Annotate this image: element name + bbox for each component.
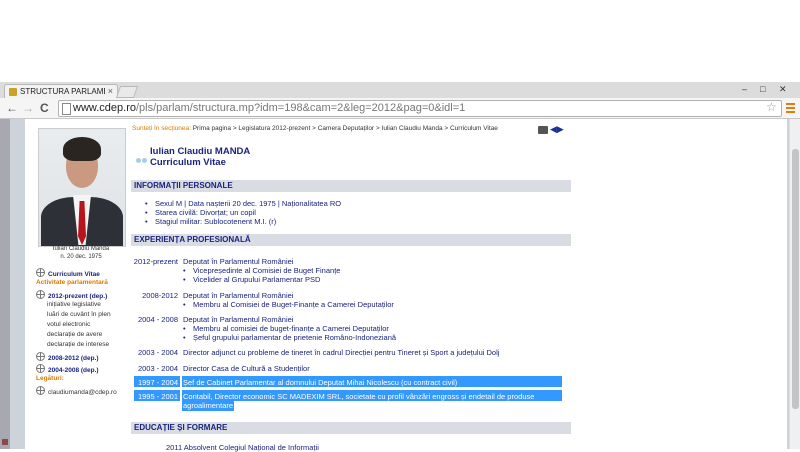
browser-tab[interactable]: STRUCTURA PARLAMENTU × [4,84,118,99]
decor-dots-icon [136,150,148,168]
scrollbar-thumb[interactable] [792,149,799,409]
exp-title: Șef de Cabinet Parlamentar al domnului D… [183,378,458,387]
exp-title-continued: agroalimentare [183,401,234,410]
expand-icon [36,290,45,299]
profile-photo [38,128,126,247]
exp-title: Contabil, Director economic SC MADEXIM S… [183,392,535,401]
exp-year: 2004 - 2008 [137,315,178,324]
left-edge-bar [0,119,10,449]
minimize-button[interactable]: – [742,84,747,94]
prev-arrow-icon[interactable]: ◀ [550,124,557,134]
section-personal-info: INFORMAȚII PERSONALE [131,180,571,192]
url-text: www.cdep.ro/pls/parlam/structura.mp?idm=… [73,102,466,114]
maximize-button[interactable]: □ [760,84,765,94]
sidebar-subitem[interactable]: inițiative legislative [47,301,147,308]
print-icon[interactable] [538,125,548,134]
personal-line: Starea civilă: Divorțat; un copil [145,208,256,217]
page-subtitle: Curriculum Vitae [150,157,226,168]
section-education: EDUCAȚIE ȘI FORMARE [131,422,571,434]
exp-title: Deputat în Parlamentul României [183,257,294,266]
exp-bullet: Șeful grupului parlamentar de prietenie … [183,333,396,342]
sidebar-heading-links: Legături: [36,375,64,382]
exp-title: Deputat în Parlamentul României [183,315,294,324]
page-tools: ◀▶ [538,124,564,135]
favicon-icon [9,88,17,96]
exp-title: Deputat în Parlamentul României [183,291,294,300]
section-experience: EXPERIENȚA PROFESIONALĂ [131,234,571,246]
caption-name: Iulian Claudiu Manda [52,246,110,252]
education-line: 2011 Absolvent Colegiul Național de Info… [166,443,319,452]
personal-line: Sexul M | Data nașterii 20 dec. 1975 | N… [145,199,341,208]
back-button[interactable]: ← [6,101,18,115]
close-window-button[interactable]: ✕ [779,84,787,95]
sidebar-subitem[interactable]: declarație de interese [47,341,147,348]
next-arrow-icon[interactable]: ▶ [557,124,564,134]
person-name: Iulian Claudiu MANDA [150,146,251,157]
sidebar-item-term-2004[interactable]: 2004-2008 (dep.) [36,364,136,374]
caption-born: n. 20 dec. 1975 [60,254,102,260]
exp-year: 2008-2012 [142,291,178,300]
exp-year: 2012-prezent [133,257,178,266]
sidebar-item-term-2012[interactable]: 2012-prezent (dep.) [36,290,136,300]
reload-button[interactable]: C [40,101,49,115]
sidebar-item-cv[interactable]: Curriculum Vitae [36,268,136,278]
exp-year: 1997 - 2004 [137,378,178,387]
breadcrumb: Sunteți în secțiunea: Prima pagina > Leg… [132,125,498,132]
sidebar-heading-activity: Activitate parlamentară [36,279,108,286]
sidebar-item-email[interactable]: claudiumanda@cdep.ro [36,386,136,396]
tab-title: STRUCTURA PARLAMENTU [20,87,105,96]
exp-year: 1995 - 2001 [137,392,178,401]
exp-year: 2003 - 2004 [137,364,178,373]
tab-close-icon[interactable]: × [108,86,113,96]
vertical-scrollbar[interactable] [789,119,800,449]
sidebar-subitem[interactable]: declarație de avere [47,331,147,338]
personal-line: Stagiul militar: Sublocotenent M.I. (r) [145,217,276,226]
exp-bullet: Vicepreședinte al Comisiei de Buget Fina… [183,266,340,275]
exp-title: Director Casa de Cultură a Studenților [183,364,310,373]
expand-icon [36,268,45,277]
expand-icon [36,364,45,373]
exp-bullet: Membru al comisiei de buget-finanțe a Ca… [183,324,389,333]
exp-year: 2003 - 2004 [137,348,178,357]
forward-button[interactable]: → [22,101,34,115]
breadcrumb-label: Sunteți în secțiunea: [132,125,191,132]
bookmark-star-icon[interactable]: ☆ [766,100,777,114]
sidebar-item-term-2008[interactable]: 2008-2012 (dep.) [36,352,136,362]
breadcrumb-path[interactable]: Prima pagina > Legislatura 2012-prezent … [193,125,498,132]
expand-icon [36,352,45,361]
browser-menu-icon[interactable] [786,103,795,115]
exp-bullet: Vicelider al Grupului Parlamentar PSD [183,275,320,284]
page-icon [62,103,71,115]
exp-title: Director adjunct cu probleme de tineret … [183,348,500,357]
address-bar[interactable]: www.cdep.ro/pls/parlam/structura.mp?idm=… [58,100,782,117]
photo-caption: Iulian Claudiu Manda n. 20 dec. 1975 [38,245,124,261]
exp-bullet: Membru al Comisiei de Buget-Finanțe a Ca… [183,300,394,309]
page-title: Iulian Claudiu MANDA Curriculum Vitae [150,146,250,168]
email-icon [36,386,45,395]
